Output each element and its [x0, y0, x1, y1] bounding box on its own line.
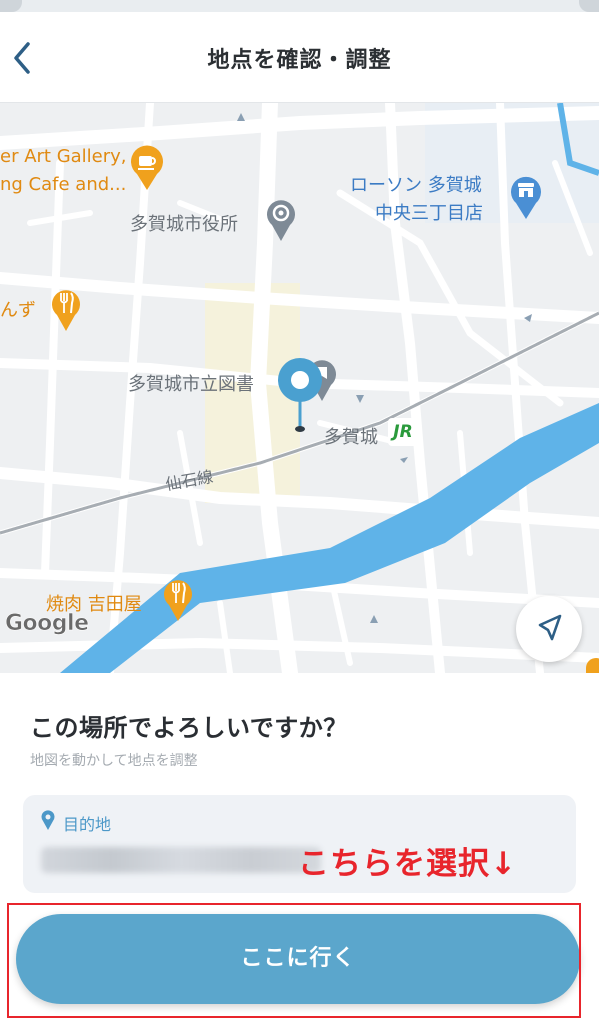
map-label-art-gallery[interactable]: er Art Gallery,: [0, 146, 127, 167]
map-label-lawson-branch[interactable]: 中央三丁目店: [375, 199, 483, 225]
map-label-library[interactable]: 多賀城市立図書: [128, 370, 254, 396]
confirmation-question: この場所でよろしいですか？: [30, 714, 348, 742]
destination-label: 目的地: [63, 815, 112, 834]
map-label-lawson[interactable]: ローソン 多賀城: [350, 171, 482, 197]
navigation-arrow-icon: [538, 614, 562, 641]
map-label-city-hall[interactable]: 多賀城市役所: [130, 210, 238, 236]
status-strip: [0, 0, 599, 12]
recenter-button[interactable]: [516, 596, 582, 662]
map-label-nzu[interactable]: んず: [0, 296, 36, 322]
map-view[interactable]: er Art Gallery, ng Cafe and... 多賀城市役所 ロー…: [0, 103, 599, 673]
annotation-highlight-box: [7, 903, 581, 1018]
google-logo: Google: [5, 611, 90, 637]
destination-value-blurred: [41, 847, 321, 873]
partial-poi-icon: [586, 658, 599, 673]
location-pin-icon: [41, 810, 55, 830]
map-label-station[interactable]: 多賀城: [324, 423, 378, 449]
page-title: 地点を確認・調整: [207, 48, 392, 73]
status-strip-left: [0, 0, 22, 12]
jr-station-icon[interactable]: JR: [388, 418, 418, 446]
adjust-hint: 地図を動かして地点を調整: [30, 753, 198, 769]
status-strip-right: [579, 0, 599, 12]
annotation-select-here: こちらを選択↓: [298, 846, 517, 882]
header-bar: 地点を確認・調整: [0, 12, 599, 103]
map-label-art-gallery-cafe[interactable]: ng Cafe and...: [0, 174, 126, 195]
